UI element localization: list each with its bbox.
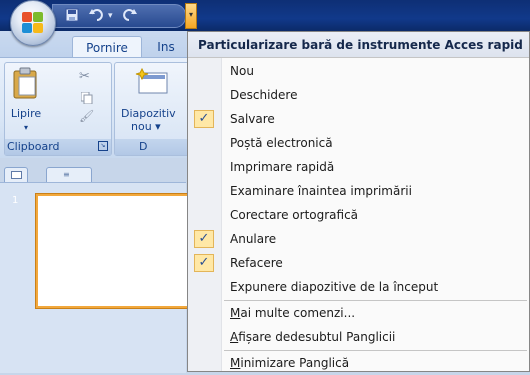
cut-icon[interactable]: ✂	[79, 69, 90, 84]
slide-icon	[11, 171, 22, 179]
menu-item-print-preview[interactable]: Examinare înaintea imprimării	[188, 179, 529, 203]
menu-item-email[interactable]: Poștă electronică	[188, 131, 529, 155]
customize-qat-menu: Particularizare bară de instrumente Acce…	[187, 31, 530, 372]
menu-item-show-below-ribbon[interactable]: Afișare dedesubtul Panglicii	[188, 325, 529, 349]
tab-insert[interactable]: Ins	[146, 36, 186, 58]
quick-access-toolbar: ▾	[52, 4, 186, 28]
menu-item-save[interactable]: ✓ Salvare	[188, 107, 529, 131]
copy-icon[interactable]	[80, 89, 93, 105]
menu-item-minimize-ribbon[interactable]: Minimizare Panglică	[188, 351, 529, 375]
paste-icon[interactable]	[13, 67, 39, 99]
undo-dropdown-icon[interactable]: ▾	[108, 8, 113, 24]
format-painter-icon[interactable]: 🖌	[79, 109, 94, 123]
menu-item-slideshow-from-beginning[interactable]: Expunere diapozitive de la început	[188, 275, 529, 299]
save-icon[interactable]	[65, 8, 79, 27]
menu-item-undo[interactable]: ✓ Anulare	[188, 227, 529, 251]
chevron-down-icon: ▾	[188, 10, 193, 19]
menu-item-quick-print[interactable]: Imprimare rapidă	[188, 155, 529, 179]
slide-thumbnail[interactable]	[36, 194, 190, 308]
menu-item-open[interactable]: Deschidere	[188, 83, 529, 107]
undo-icon[interactable]	[89, 8, 105, 27]
customize-qat-button[interactable]: ▾	[185, 3, 197, 29]
checkmark-icon: ✓	[194, 254, 214, 272]
outline-tab[interactable]: ≡	[46, 167, 92, 183]
redo-icon[interactable]	[121, 8, 137, 27]
slides-group: Diapozitiv nou ▾ D	[114, 62, 196, 156]
slides-tab[interactable]	[4, 167, 28, 183]
slides-group-label: D	[115, 139, 195, 155]
menu-title: Particularizare bară de instrumente Acce…	[188, 32, 529, 58]
menu-item-new[interactable]: Nou	[188, 59, 529, 83]
slide-number: 1	[12, 195, 19, 206]
checkmark-icon: ✓	[194, 230, 214, 248]
paste-button[interactable]: Lipire ▾	[7, 107, 45, 134]
chevron-down-icon: ▾	[23, 123, 28, 132]
clipboard-group-label: Clipboard ↘	[5, 139, 111, 155]
menu-item-more-commands[interactable]: Mai multe comenzi...	[188, 301, 529, 325]
dialog-launcher-icon[interactable]: ↘	[98, 141, 108, 151]
checkmark-icon: ✓	[194, 110, 214, 128]
outline-icon: ≡	[63, 170, 70, 179]
office-logo-icon	[22, 12, 44, 34]
clipboard-group: Lipire ▾ ✂ 🖌 Clipboard ↘	[4, 62, 112, 156]
new-slide-icon[interactable]	[135, 67, 169, 95]
menu-item-redo[interactable]: ✓ Refacere	[188, 251, 529, 275]
office-button[interactable]	[10, 0, 56, 46]
new-slide-button[interactable]: Diapozitiv nou ▾	[117, 107, 195, 133]
menu-item-spelling[interactable]: Corectare ortografică	[188, 203, 529, 227]
tab-home[interactable]: Pornire	[72, 36, 142, 59]
